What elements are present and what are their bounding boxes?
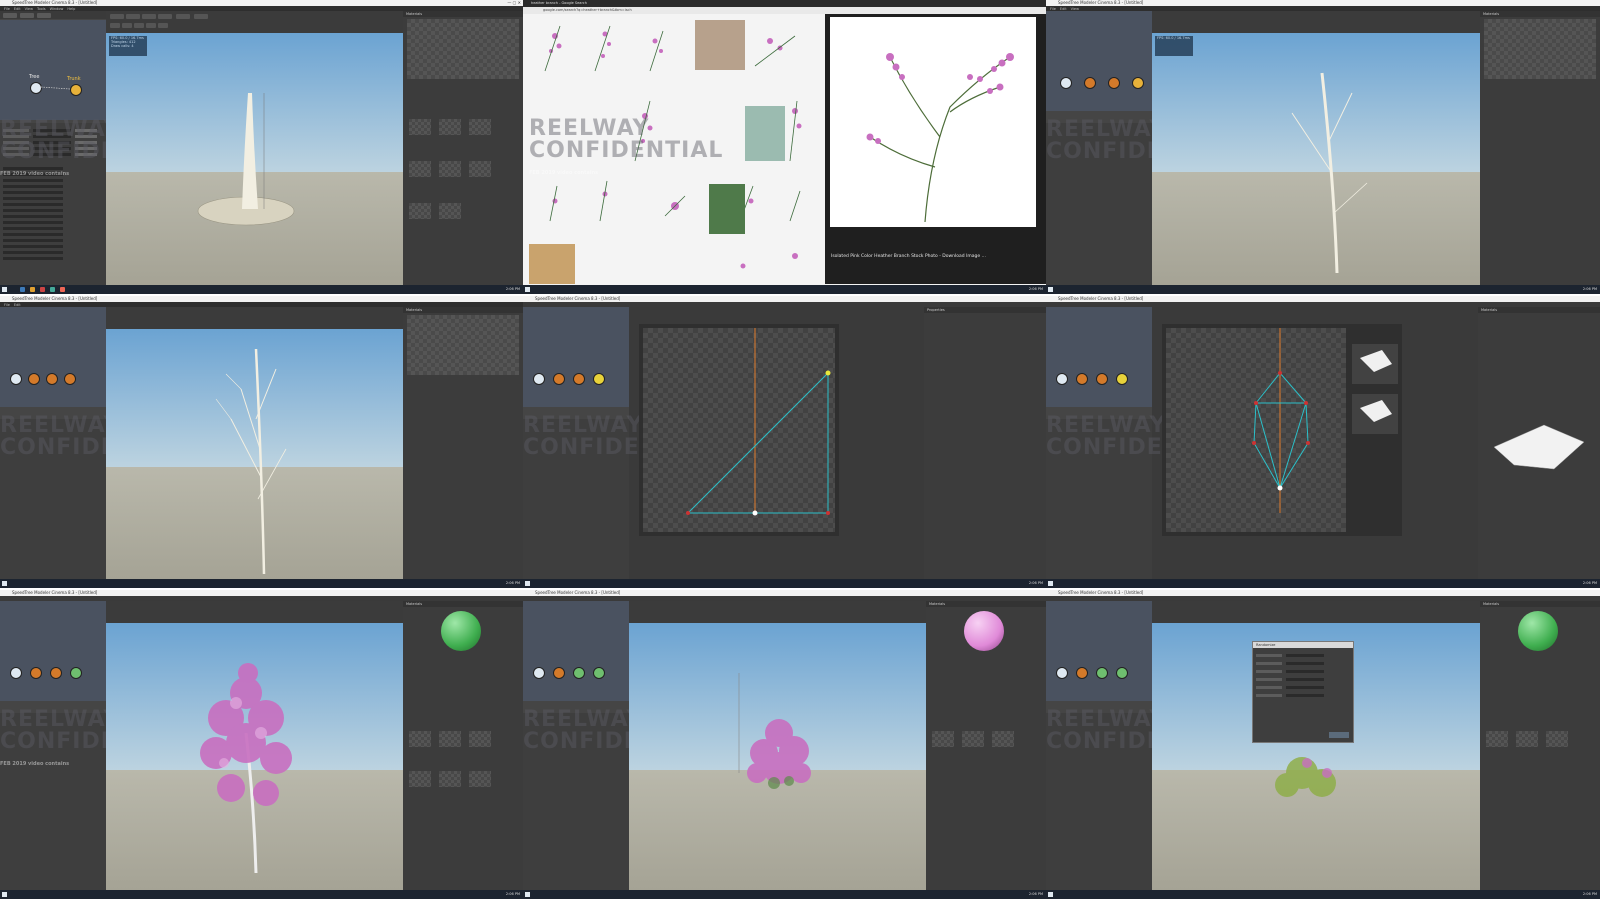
leaf-mesh-triangle[interactable] (643, 328, 835, 532)
cell-branches-grown: SpeedTree Modeler Cinema 8.3 - [Untitled… (0, 296, 523, 588)
toolbar-button[interactable] (37, 13, 51, 18)
heather-preview[interactable] (830, 17, 1036, 227)
image-caption[interactable]: Isolated Pink Color Heather Branch Stock… (831, 254, 986, 259)
tool-button[interactable] (110, 23, 120, 28)
material-ball-green (441, 611, 481, 651)
leaf-mesh-polygon[interactable] (1166, 328, 1346, 532)
watermark: REELWAY CONFIDENTIAL FEB 2019 video contai… (529, 116, 724, 177)
mesh-editor[interactable] (639, 324, 839, 536)
cell-blooming-tree: SpeedTree Modeler Cinema 8.3 - [Untitled… (0, 590, 523, 899)
generator-panel: Tree Trunk REELWAY CONFIDENTIAL FEB 2019… (0, 11, 193, 285)
scene: FPS: 60.0 / 16.7ms Triangles: 412 Draw cal… (106, 33, 403, 285)
toolbar-button[interactable] (20, 13, 34, 18)
tool-button[interactable] (142, 14, 156, 19)
viewport-toolbar (106, 11, 403, 33)
ok-button[interactable] (1329, 732, 1349, 738)
tool-button[interactable] (176, 14, 190, 19)
graph-link (40, 86, 71, 90)
toolbar-button[interactable] (3, 13, 17, 18)
app-icon[interactable] (60, 287, 65, 292)
material-preview (407, 19, 519, 79)
app-icon[interactable] (30, 287, 35, 292)
texture-slot[interactable] (439, 161, 461, 177)
screenshot-grid: SpeedTree Modeler Cinema 8.3 - [Untitled… (0, 0, 1600, 899)
tool-button[interactable] (122, 23, 132, 28)
cell-mesh-polygon: SpeedTree Modeler Cinema 8.3 - [Untitled… (1046, 296, 1600, 588)
texture-slot[interactable] (439, 119, 461, 135)
tool-button[interactable] (158, 14, 172, 19)
branch-node[interactable] (1132, 77, 1144, 89)
address-bar[interactable]: google.com/search?q=heather+branch&tbm=i… (523, 7, 1046, 14)
browser-tabs: heather branch - Google Search (523, 0, 1046, 7)
clock: 2:06 PM (505, 287, 520, 291)
app-icon[interactable] (40, 287, 45, 292)
branched-tree (215, 348, 287, 575)
tool-button[interactable] (194, 14, 208, 19)
heather-bush (738, 673, 811, 789)
material-ball-pink (964, 611, 1004, 651)
texture-slot[interactable] (409, 161, 431, 177)
mesh-editor[interactable] (1162, 324, 1402, 536)
materials-panel: Materials (403, 11, 523, 285)
tool-button[interactable] (146, 23, 156, 28)
3d-viewport[interactable]: FPS: 60.0 / 16.7ms (1152, 11, 1480, 285)
texture-slot[interactable] (439, 203, 461, 219)
tool-button[interactable] (110, 14, 124, 19)
dialog-title: Randomize (1253, 642, 1353, 648)
cell-randomize: SpeedTree Modeler Cinema 8.3 - [Untitled… (1046, 590, 1600, 899)
tool-button[interactable] (158, 23, 168, 28)
texture-slot[interactable] (469, 161, 491, 177)
start-icon[interactable] (525, 287, 530, 292)
taskbar: 2:06 PM (523, 285, 1046, 294)
trunk-model (197, 93, 295, 226)
cell-heather-shrub: SpeedTree Modeler Cinema 8.3 - [Untitled… (523, 590, 1046, 899)
flowering-tree (200, 663, 292, 874)
tool-button[interactable] (134, 23, 144, 28)
texture-slot[interactable] (409, 119, 431, 135)
generator-panel: REELWAY CONFIDENTIAL (1046, 11, 1239, 285)
trunk-node[interactable] (1084, 77, 1096, 89)
browser-tab[interactable]: heather branch - Google Search (531, 1, 587, 5)
app-icon[interactable] (50, 287, 55, 292)
cell-trunk: SpeedTree Modeler Cinema 8.3 - [Untitled… (0, 0, 523, 294)
generator-toolbar (0, 11, 106, 19)
generator-graph[interactable] (1046, 11, 1152, 111)
tree-skeleton (1291, 72, 1368, 274)
app-icon[interactable] (20, 287, 25, 292)
tool-button[interactable] (126, 14, 140, 19)
generator-graph[interactable]: Tree Trunk (0, 20, 106, 120)
material-ball-green (1518, 611, 1558, 651)
taskbar: 2:06 PM (0, 285, 523, 294)
start-icon[interactable] (2, 287, 7, 292)
texture-slot[interactable] (409, 203, 431, 219)
randomize-dialog[interactable]: Randomize (1252, 641, 1354, 743)
tree-node[interactable] (1060, 77, 1072, 89)
leaf-preview (1493, 424, 1585, 470)
cell-branches: SpeedTree Modeler Cinema 8.3 - [Untitled… (1046, 0, 1600, 294)
cell-browser: heather branch - Google Search google.co… (523, 0, 1046, 294)
texture-slot[interactable] (469, 119, 491, 135)
3d-viewport[interactable]: FPS: 60.0 / 16.7ms Triangles: 412 Draw cal… (106, 11, 403, 285)
cell-mesh-editor: SpeedTree Modeler Cinema 8.3 - [Untitled… (523, 296, 1046, 588)
image-viewer: Isolated Pink Color Heather Branch Stock… (825, 14, 1046, 284)
branch-node[interactable] (1108, 77, 1120, 89)
